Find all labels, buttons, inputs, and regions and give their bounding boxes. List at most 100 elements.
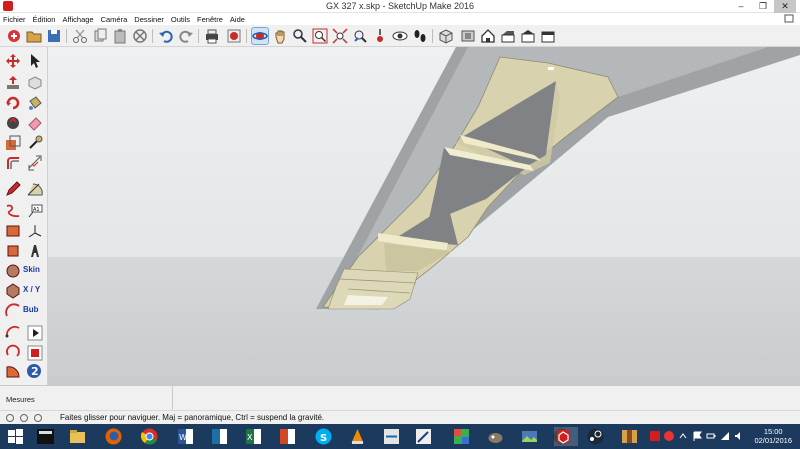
- getting-started-icon[interactable]: [6, 28, 22, 44]
- save-icon[interactable]: [46, 28, 62, 44]
- xy-extension-label[interactable]: X / Y: [23, 285, 40, 294]
- excel-icon[interactable]: X: [244, 427, 263, 446]
- bub-extension-label[interactable]: Bub: [23, 305, 39, 314]
- menu-fichier[interactable]: Fichier: [3, 15, 26, 24]
- protractor-icon[interactable]: [27, 181, 43, 197]
- zoom-extents-icon[interactable]: [332, 28, 348, 44]
- offset-icon[interactable]: [5, 155, 21, 171]
- measurements-box[interactable]: Mesures: [0, 386, 173, 411]
- start-menu-app-icon[interactable]: [36, 427, 55, 446]
- flag-tray-icon[interactable]: [692, 431, 702, 441]
- steam-icon[interactable]: [586, 427, 605, 446]
- zoom-window-icon[interactable]: [312, 28, 328, 44]
- previous-view-icon[interactable]: [352, 28, 368, 44]
- geolocation-icon[interactable]: [6, 414, 14, 422]
- front-view-icon[interactable]: [480, 28, 496, 44]
- publisher-icon[interactable]: [210, 427, 229, 446]
- show-hidden-icons-icon[interactable]: [678, 431, 688, 441]
- circle-icon[interactable]: [5, 263, 21, 279]
- volume-tray-icon[interactable]: [734, 431, 744, 441]
- menu-affichage[interactable]: Affichage: [62, 15, 93, 24]
- paste-icon[interactable]: [112, 28, 128, 44]
- erase-delete-icon[interactable]: [132, 28, 148, 44]
- minimize-button[interactable]: –: [730, 0, 752, 13]
- rectangle-icon[interactable]: [5, 223, 21, 239]
- menu-fenetre[interactable]: Fenêtre: [197, 15, 223, 24]
- system-clock[interactable]: 15:00 02/01/2016: [754, 427, 792, 445]
- instructor-icon[interactable]: [34, 414, 42, 422]
- back-view-icon[interactable]: [520, 28, 536, 44]
- scale-icon[interactable]: [5, 135, 21, 151]
- gimp-icon[interactable]: [486, 427, 505, 446]
- stop-icon[interactable]: [27, 345, 43, 361]
- color-app-icon[interactable]: [452, 427, 471, 446]
- tape-measure-icon[interactable]: [27, 135, 43, 151]
- model-info-icon[interactable]: [226, 28, 242, 44]
- word-icon[interactable]: W: [176, 427, 195, 446]
- drawing-app-icon[interactable]: [414, 427, 433, 446]
- antivirus-tray-icon[interactable]: [664, 431, 674, 441]
- cut-icon[interactable]: [72, 28, 88, 44]
- restore-document-icon[interactable]: [784, 14, 794, 23]
- axes-icon[interactable]: [27, 223, 43, 239]
- push-pull-icon[interactable]: [5, 75, 21, 91]
- model-scene[interactable]: [48, 47, 800, 385]
- powerpoint-icon[interactable]: [278, 427, 297, 446]
- undo-icon[interactable]: [158, 28, 174, 44]
- walk-icon[interactable]: [412, 28, 428, 44]
- text-label-icon[interactable]: A1: [27, 203, 43, 219]
- iso-view-icon[interactable]: [438, 28, 454, 44]
- freehand-icon[interactable]: [5, 203, 21, 219]
- select-arrow-icon[interactable]: [27, 53, 43, 69]
- skype-icon[interactable]: S: [314, 427, 333, 446]
- menu-camera[interactable]: Caméra: [101, 15, 128, 24]
- rotated-rectangle-icon[interactable]: [5, 243, 21, 259]
- left-view-icon[interactable]: [540, 28, 556, 44]
- teamviewer-icon[interactable]: [382, 427, 401, 446]
- paint-bucket-icon[interactable]: [27, 95, 43, 111]
- follow-me-icon[interactable]: [5, 115, 21, 131]
- top-view-icon[interactable]: [460, 28, 476, 44]
- firefox-icon[interactable]: [104, 427, 123, 446]
- two-point-arc-icon[interactable]: [5, 323, 21, 339]
- file-explorer-icon[interactable]: [68, 427, 87, 446]
- close-button[interactable]: ✕: [774, 0, 796, 13]
- acrobat-tray-icon[interactable]: [650, 431, 660, 441]
- help-question-icon[interactable]: 2: [26, 363, 42, 379]
- menu-edition[interactable]: Édition: [33, 15, 56, 24]
- look-around-icon[interactable]: [392, 28, 408, 44]
- open-folder-icon[interactable]: [26, 28, 42, 44]
- right-view-icon[interactable]: [500, 28, 516, 44]
- zoom-icon[interactable]: [292, 28, 308, 44]
- copy-icon[interactable]: [92, 28, 108, 44]
- 3d-text-icon[interactable]: [27, 243, 43, 259]
- line-pencil-icon[interactable]: [5, 181, 21, 197]
- three-point-arc-icon[interactable]: [5, 343, 21, 359]
- arc-icon[interactable]: [5, 303, 21, 319]
- rotate-icon[interactable]: [5, 95, 21, 111]
- position-camera-icon[interactable]: [372, 28, 388, 44]
- photo-viewer-icon[interactable]: [520, 427, 539, 446]
- credits-icon[interactable]: [20, 414, 28, 422]
- move-icon[interactable]: [5, 53, 21, 69]
- menu-dessiner[interactable]: Dessiner: [134, 15, 164, 24]
- pan-hand-icon[interactable]: [272, 28, 288, 44]
- network-tray-icon[interactable]: [720, 431, 730, 441]
- vlc-icon[interactable]: [348, 427, 367, 446]
- archive-app-icon[interactable]: [620, 427, 639, 446]
- model-viewport[interactable]: [48, 47, 800, 385]
- dimension-icon[interactable]: [27, 155, 43, 171]
- skin-extension-label[interactable]: Skin: [23, 265, 40, 274]
- windows-start-icon[interactable]: [6, 427, 25, 446]
- orbit-icon[interactable]: [251, 27, 269, 45]
- eraser-icon[interactable]: [27, 115, 43, 131]
- sketchup-taskbar-icon[interactable]: [554, 427, 578, 446]
- polygon-icon[interactable]: [5, 283, 21, 299]
- menu-outils[interactable]: Outils: [171, 15, 190, 24]
- print-icon[interactable]: [204, 28, 220, 44]
- menu-aide[interactable]: Aide: [230, 15, 245, 24]
- chrome-icon[interactable]: [140, 427, 159, 446]
- maximize-button[interactable]: ❐: [752, 0, 774, 13]
- battery-tray-icon[interactable]: [706, 431, 716, 441]
- redo-icon[interactable]: [178, 28, 194, 44]
